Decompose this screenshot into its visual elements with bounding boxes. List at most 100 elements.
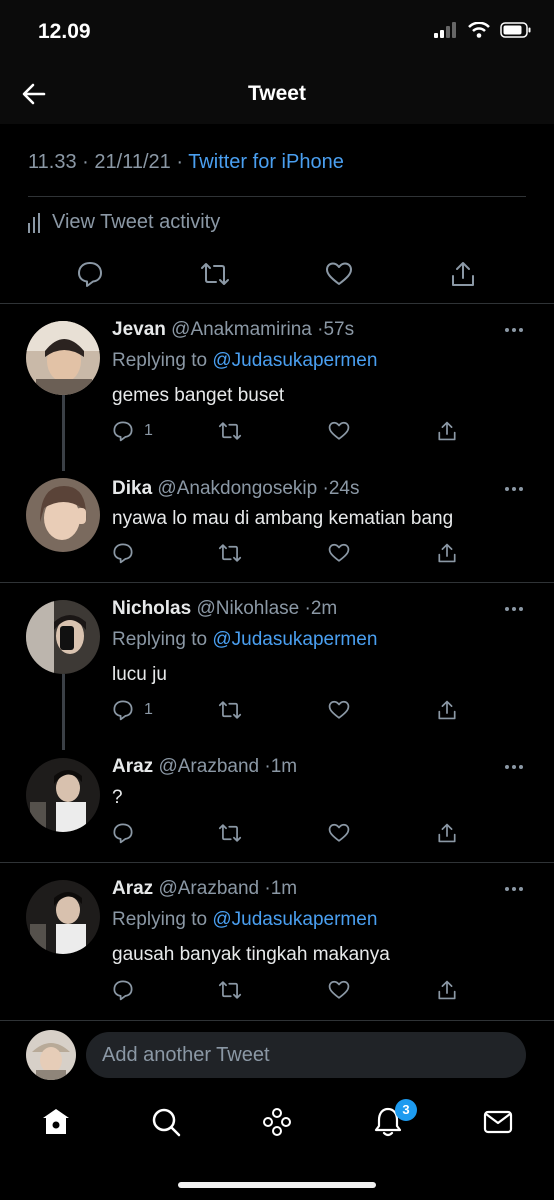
- share-button[interactable]: [437, 979, 457, 1001]
- share-icon: [438, 823, 456, 843]
- divider: [0, 862, 554, 863]
- reply-count: 1: [144, 422, 153, 439]
- tweet-age: 24s: [328, 478, 360, 499]
- reply-tweet[interactable]: Nicholas @Nikohlase ·2m Replying to @Jud…: [0, 584, 554, 750]
- reply-header: Jevan @Anakmamirina ·57s: [112, 319, 354, 341]
- avatar[interactable]: [26, 478, 100, 552]
- reply-button[interactable]: [112, 542, 134, 564]
- like-icon: [328, 421, 350, 440]
- share-button[interactable]: [437, 542, 457, 564]
- avatar[interactable]: [26, 758, 100, 832]
- share-icon: [438, 421, 456, 441]
- tweet-text: ?: [112, 787, 123, 808]
- reply-tweet[interactable]: Araz @Arazband ·1m Replying to @Judasuka…: [0, 864, 554, 1014]
- like-button[interactable]: [328, 979, 350, 1001]
- avatar[interactable]: [26, 600, 100, 674]
- retweet-button[interactable]: [218, 699, 242, 721]
- mention-link[interactable]: @Judasukapermen: [212, 909, 377, 930]
- reply-header: Dika @Anakdongosekip ·24s: [112, 478, 359, 500]
- reply-button[interactable]: [112, 979, 134, 1001]
- retweet-icon: [218, 824, 242, 842]
- view-tweet-activity[interactable]: View Tweet activity: [28, 211, 220, 234]
- retweet-button[interactable]: [218, 822, 242, 844]
- like-button[interactable]: [328, 699, 350, 721]
- like-icon: [328, 823, 350, 842]
- reply-icon: [113, 543, 133, 564]
- spaces-icon[interactable]: [261, 1106, 293, 1138]
- divider: [0, 1020, 554, 1021]
- tweet-actions: 1: [112, 699, 472, 725]
- divider: [0, 582, 554, 583]
- author-name[interactable]: Nicholas: [112, 598, 191, 619]
- mention-link[interactable]: @Judasukapermen: [212, 629, 377, 650]
- reply-icon[interactable]: [76, 260, 104, 288]
- replying-to: Replying to @Judasukapermen: [112, 909, 377, 931]
- thread-line: [62, 395, 65, 471]
- more-icon[interactable]: [504, 606, 524, 612]
- reply-header: Araz @Arazband ·1m: [112, 756, 297, 778]
- retweet-button[interactable]: [218, 542, 242, 564]
- more-icon[interactable]: [504, 886, 524, 892]
- reply-tweet[interactable]: Jevan @Anakmamirina ·57s Replying to @Ju…: [0, 305, 554, 471]
- reply-tweet[interactable]: Dika @Anakdongosekip ·24s nyawa lo mau d…: [0, 470, 554, 582]
- like-button[interactable]: [328, 542, 350, 564]
- reply-header: Nicholas @Nikohlase ·2m: [112, 598, 337, 620]
- avatar[interactable]: [26, 1030, 76, 1080]
- meta-sep: ·: [176, 151, 183, 173]
- share-icon[interactable]: [450, 260, 476, 288]
- share-button[interactable]: [437, 420, 457, 442]
- like-button[interactable]: [328, 822, 350, 844]
- notification-badge: 3: [395, 1099, 417, 1121]
- avatar[interactable]: [26, 880, 100, 954]
- reply-icon: [113, 700, 133, 721]
- like-button[interactable]: [328, 420, 350, 442]
- retweet-button[interactable]: [218, 420, 242, 442]
- like-icon: [328, 700, 350, 719]
- tweet-meta: 11.33 · 21/11/21 · Twitter for iPhone: [28, 151, 344, 174]
- more-icon[interactable]: [504, 327, 524, 333]
- compose-placeholder: Add another Tweet: [102, 1044, 270, 1066]
- reply-button[interactable]: 1: [112, 420, 153, 442]
- author-name[interactable]: Araz: [112, 756, 153, 777]
- home-icon[interactable]: [40, 1106, 72, 1138]
- author-handle[interactable]: @Anakmamirina: [171, 319, 312, 340]
- retweet-icon[interactable]: [200, 260, 230, 288]
- avatar[interactable]: [26, 321, 100, 395]
- author-handle[interactable]: @Anakdongosekip: [157, 478, 317, 499]
- share-button[interactable]: [437, 699, 457, 721]
- mention-link[interactable]: @Judasukapermen: [212, 350, 377, 371]
- author-handle[interactable]: @Arazband: [158, 878, 259, 899]
- tweet-text: gemes banget buset: [112, 385, 285, 406]
- reply-icon: [113, 421, 133, 442]
- share-button[interactable]: [437, 822, 457, 844]
- author-handle[interactable]: @Arazband: [158, 756, 259, 777]
- battery-icon: [500, 22, 531, 38]
- author-name[interactable]: Jevan: [112, 319, 166, 340]
- wifi-icon: [468, 22, 490, 38]
- compose-bar: Add another Tweet: [0, 1022, 554, 1088]
- tweet-age: 57s: [323, 319, 355, 340]
- status-icons: [434, 22, 532, 38]
- share-icon: [438, 700, 456, 720]
- more-icon[interactable]: [504, 486, 524, 492]
- tweet-age: 1m: [270, 756, 298, 777]
- more-icon[interactable]: [504, 764, 524, 770]
- compose-input[interactable]: Add another Tweet: [86, 1032, 526, 1078]
- reply-button[interactable]: 1: [112, 699, 153, 721]
- share-icon: [438, 543, 456, 563]
- tweet-actions: 1: [112, 420, 472, 446]
- author-name[interactable]: Dika: [112, 478, 152, 499]
- messages-icon[interactable]: [482, 1106, 514, 1138]
- author-name[interactable]: Araz: [112, 878, 153, 899]
- signal-icon: [434, 22, 456, 38]
- reply-icon: [113, 980, 133, 1001]
- author-handle[interactable]: @Nikohlase: [196, 598, 299, 619]
- search-icon[interactable]: [150, 1106, 182, 1138]
- retweet-button[interactable]: [218, 979, 242, 1001]
- like-icon[interactable]: [325, 260, 353, 288]
- reply-button[interactable]: [112, 822, 134, 844]
- tweet-source-link[interactable]: Twitter for iPhone: [188, 151, 344, 173]
- reply-tweet[interactable]: Araz @Arazband ·1m ?: [0, 750, 554, 860]
- tweet-text: gausah banyak tingkah makanya: [112, 944, 390, 965]
- retweet-icon: [218, 544, 242, 562]
